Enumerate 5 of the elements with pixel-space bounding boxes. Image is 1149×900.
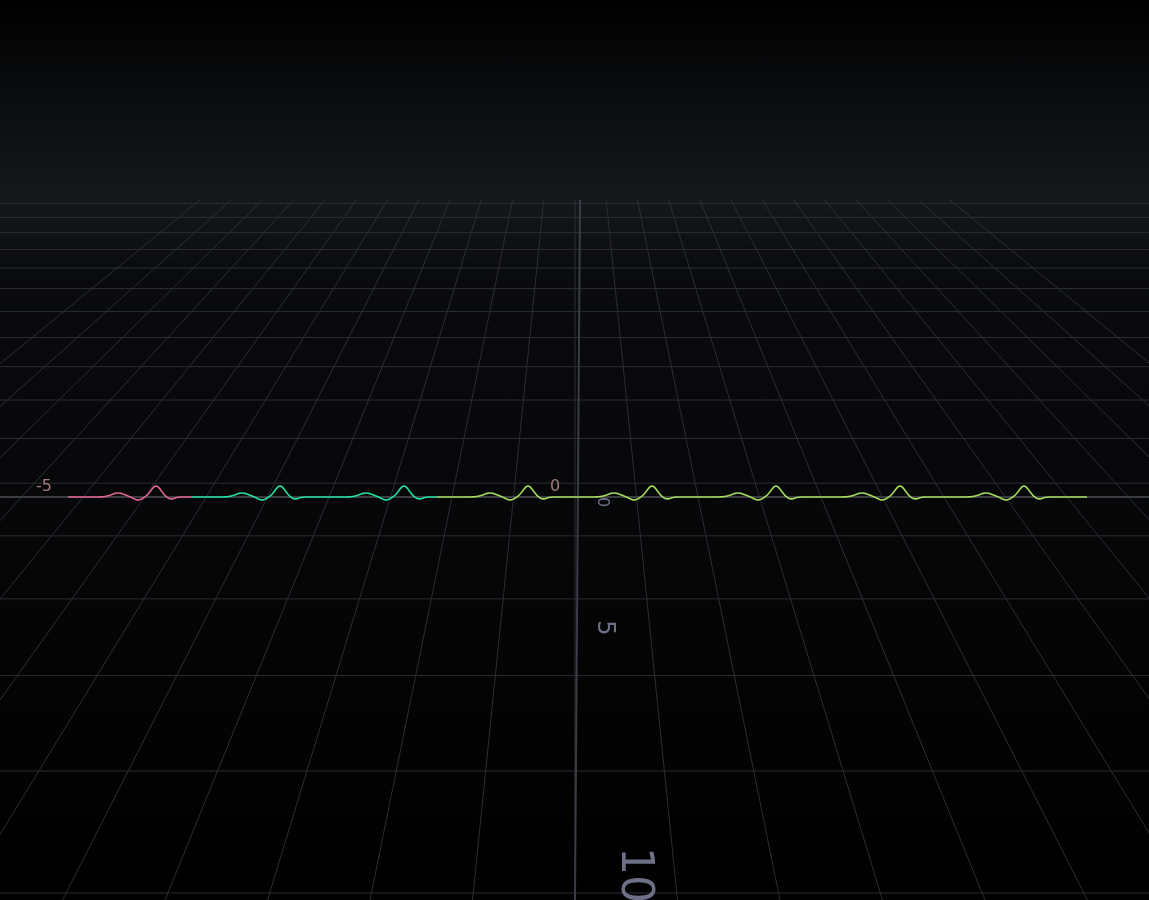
axis-label: 0 bbox=[594, 496, 613, 508]
axis-label: 0 bbox=[549, 476, 561, 495]
axis-label: 10 bbox=[612, 847, 663, 900]
axis-label: 5 bbox=[592, 620, 620, 636]
axis-label: -5 bbox=[36, 476, 52, 495]
